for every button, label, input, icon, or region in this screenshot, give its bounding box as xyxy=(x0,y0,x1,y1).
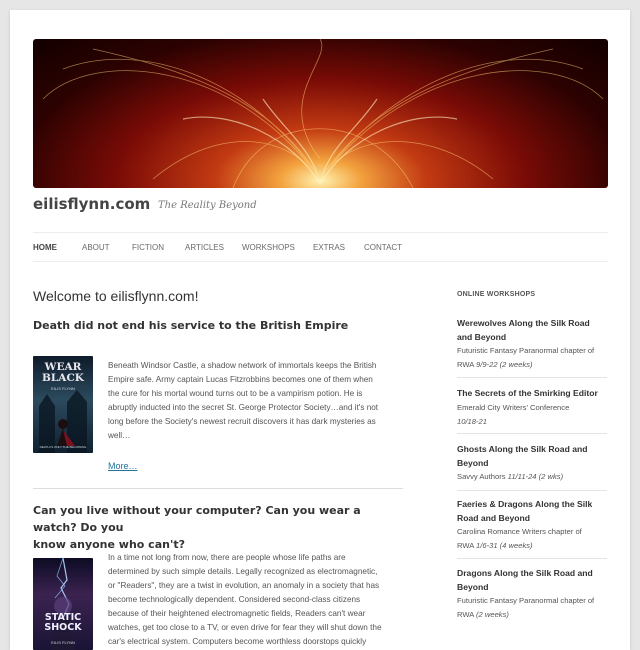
workshop-title-line: and Beyond xyxy=(457,331,507,342)
nav-item-home[interactable]: HOME xyxy=(33,243,57,252)
excerpt-line: or "Readers", they are a twist in evolut… xyxy=(108,581,380,590)
workshop-item: Werewolves Along the Silk Road and Beyon… xyxy=(457,317,607,372)
excerpt-line: well… xyxy=(108,431,131,440)
excerpt-line: abruptly inducted into the secret St. Ge… xyxy=(108,403,379,412)
nav-item-extras[interactable]: EXTRAS xyxy=(313,243,345,252)
post-divider xyxy=(33,488,403,489)
read-more-link[interactable]: More… xyxy=(108,461,138,471)
post-excerpt-computer: In a time not long from now, there are p… xyxy=(108,551,404,649)
excerpt-line: Empire safe. Army captain Lucas Fitzrobb… xyxy=(108,375,373,384)
fractal-flame-graphic xyxy=(42,39,604,188)
workshop-host-line: RWA 9/9-22 (2 weeks) xyxy=(457,358,607,372)
workshop-description: Carolina Romance Writers chapter of RWA … xyxy=(457,525,607,553)
nav-item-workshops[interactable]: WORKSHOPS xyxy=(242,243,295,252)
excerpt-line: watches, get too close to a TV, or even … xyxy=(108,623,382,632)
workshop-divider xyxy=(457,433,607,434)
workshop-title-line: The Secrets of the Smirking Editor xyxy=(457,388,598,398)
workshop-host-end: RWA xyxy=(457,541,474,550)
workshop-host-end: RWA xyxy=(457,610,474,619)
post-title-computer[interactable]: Can you live without your computer? Can … xyxy=(33,502,403,553)
workshop-divider xyxy=(457,377,607,378)
post-title-death[interactable]: Death did not end his service to the Bri… xyxy=(33,317,403,334)
excerpt-line: become technologically dependent. Consid… xyxy=(108,595,361,604)
workshop-title[interactable]: Ghosts Along the Silk Road and Beyond xyxy=(457,443,607,470)
post-excerpt-death: Beneath Windsor Castle, a shadow network… xyxy=(108,359,404,443)
workshop-title-line: Road and Beyond xyxy=(457,512,531,523)
workshop-host-line: RWA (2 weeks) xyxy=(457,608,607,622)
workshop-item: Ghosts Along the Silk Road and Beyond Sa… xyxy=(457,443,607,484)
workshop-host-line: RWA 1/6-31 (4 weeks) xyxy=(457,539,607,553)
book-cover-static-shock[interactable]: STATIC SHOCK EILIS FLYNN xyxy=(33,558,93,650)
main-navigation: HOME ABOUT FICTION ARTICLES WORKSHOPS EX… xyxy=(33,232,608,262)
workshop-dates: 9/9-22 (2 weeks) xyxy=(476,360,533,369)
workshop-dates: 10/18-21 xyxy=(457,416,487,426)
workshop-description: Futuristic Fantasy Paranormal chapter of… xyxy=(457,594,607,622)
workshop-host-line: Savvy Authors 11/11-24 (2 wks) xyxy=(457,470,607,484)
book-cover-title: WEAR BLACK xyxy=(42,361,84,384)
workshop-dates: (2 weeks) xyxy=(476,610,509,619)
workshop-title-line: Ghosts Along the Silk Road and xyxy=(457,444,588,454)
workshop-host: Carolina Romance Writers chapter of xyxy=(457,527,582,536)
book-cover-caption: DEATH IS ONLY THE BEGINNING xyxy=(39,445,87,449)
workshop-description: Savvy Authors 11/11-24 (2 wks) xyxy=(457,470,607,484)
workshop-host: Futuristic Fantasy Paranormal chapter of xyxy=(457,596,595,605)
workshop-title-line: Dragons Along the Silk Road and xyxy=(457,568,593,578)
book-cover-title: STATIC SHOCK xyxy=(44,612,82,633)
nav-item-about[interactable]: ABOUT xyxy=(82,243,110,252)
excerpt-line: determined by such simple details. Legal… xyxy=(108,567,378,576)
workshop-host-end: Savvy Authors xyxy=(457,472,506,481)
workshop-title[interactable]: Dragons Along the Silk Road and Beyond xyxy=(457,567,607,594)
workshop-description: Emerald City Writers' Conference 10/18-2… xyxy=(457,401,607,429)
nav-item-fiction[interactable]: FICTION xyxy=(132,243,164,252)
excerpt-line: Beneath Windsor Castle, a shadow network… xyxy=(108,361,377,370)
excerpt-line: because of their heightened electromagne… xyxy=(108,609,366,618)
excerpt-line: the cure for his mortal wound turns out … xyxy=(108,389,363,398)
page: eilisflynn.com The Reality Beyond HOME A… xyxy=(10,10,630,650)
excerpt-line: In a time not long from now, there are p… xyxy=(108,553,346,562)
post-title-line: Can you live without your computer? Can … xyxy=(33,504,361,534)
book-cover-wear-black[interactable]: WEAR BLACK EILIS FLYNN DEATH IS ONLY THE… xyxy=(33,356,93,453)
workshop-dates: 11/11-24 (2 wks) xyxy=(507,472,564,481)
book-cover-author: EILIS FLYNN xyxy=(51,386,75,391)
header-banner-image[interactable] xyxy=(33,39,608,188)
excerpt-line: car's electrical system. Computers becom… xyxy=(108,637,367,646)
nav-item-contact[interactable]: CONTACT xyxy=(364,243,402,252)
workshop-item: Dragons Along the Silk Road and Beyond F… xyxy=(457,567,607,622)
site-title[interactable]: eilisflynn.com xyxy=(33,195,150,213)
nav-item-articles[interactable]: ARTICLES xyxy=(185,243,224,252)
workshop-item: The Secrets of the Smirking Editor Emera… xyxy=(457,387,607,429)
workshop-item: Faeries & Dragons Along the Silk Road an… xyxy=(457,498,607,553)
workshop-title[interactable]: The Secrets of the Smirking Editor xyxy=(457,387,607,401)
workshop-title-line: Werewolves Along the Silk Road xyxy=(457,318,590,328)
book-cover-author: EILIS FLYNN xyxy=(51,640,75,645)
workshop-divider xyxy=(457,490,607,491)
widget-title-online-workshops: ONLINE WORKSHOPS xyxy=(457,291,536,298)
workshop-title-line: Beyond xyxy=(457,581,489,592)
workshop-title[interactable]: Werewolves Along the Silk Road and Beyon… xyxy=(457,317,607,344)
workshop-host-line: 10/18-21 xyxy=(457,415,607,429)
workshop-title-line: Beyond xyxy=(457,457,489,468)
workshop-host: Futuristic Fantasy Paranormal chapter of xyxy=(457,346,595,355)
welcome-heading: Welcome to eilisflynn.com! xyxy=(33,288,199,304)
workshop-host-end: RWA xyxy=(457,360,474,369)
workshop-divider xyxy=(457,558,607,559)
workshop-title-line: Faeries & Dragons Along the Silk xyxy=(457,499,593,509)
excerpt-line: long before the Society's newest recruit… xyxy=(108,417,376,426)
workshop-description: Futuristic Fantasy Paranormal chapter of… xyxy=(457,344,607,372)
main-content: Welcome to eilisflynn.com! Death did not… xyxy=(33,288,403,650)
site-tagline: The Reality Beyond xyxy=(158,200,257,211)
workshop-dates: 1/6-31 (4 weeks) xyxy=(476,541,533,550)
workshop-host: Emerald City Writers' Conference xyxy=(457,402,570,412)
workshop-title[interactable]: Faeries & Dragons Along the Silk Road an… xyxy=(457,498,607,525)
book-cover-art xyxy=(51,558,75,650)
